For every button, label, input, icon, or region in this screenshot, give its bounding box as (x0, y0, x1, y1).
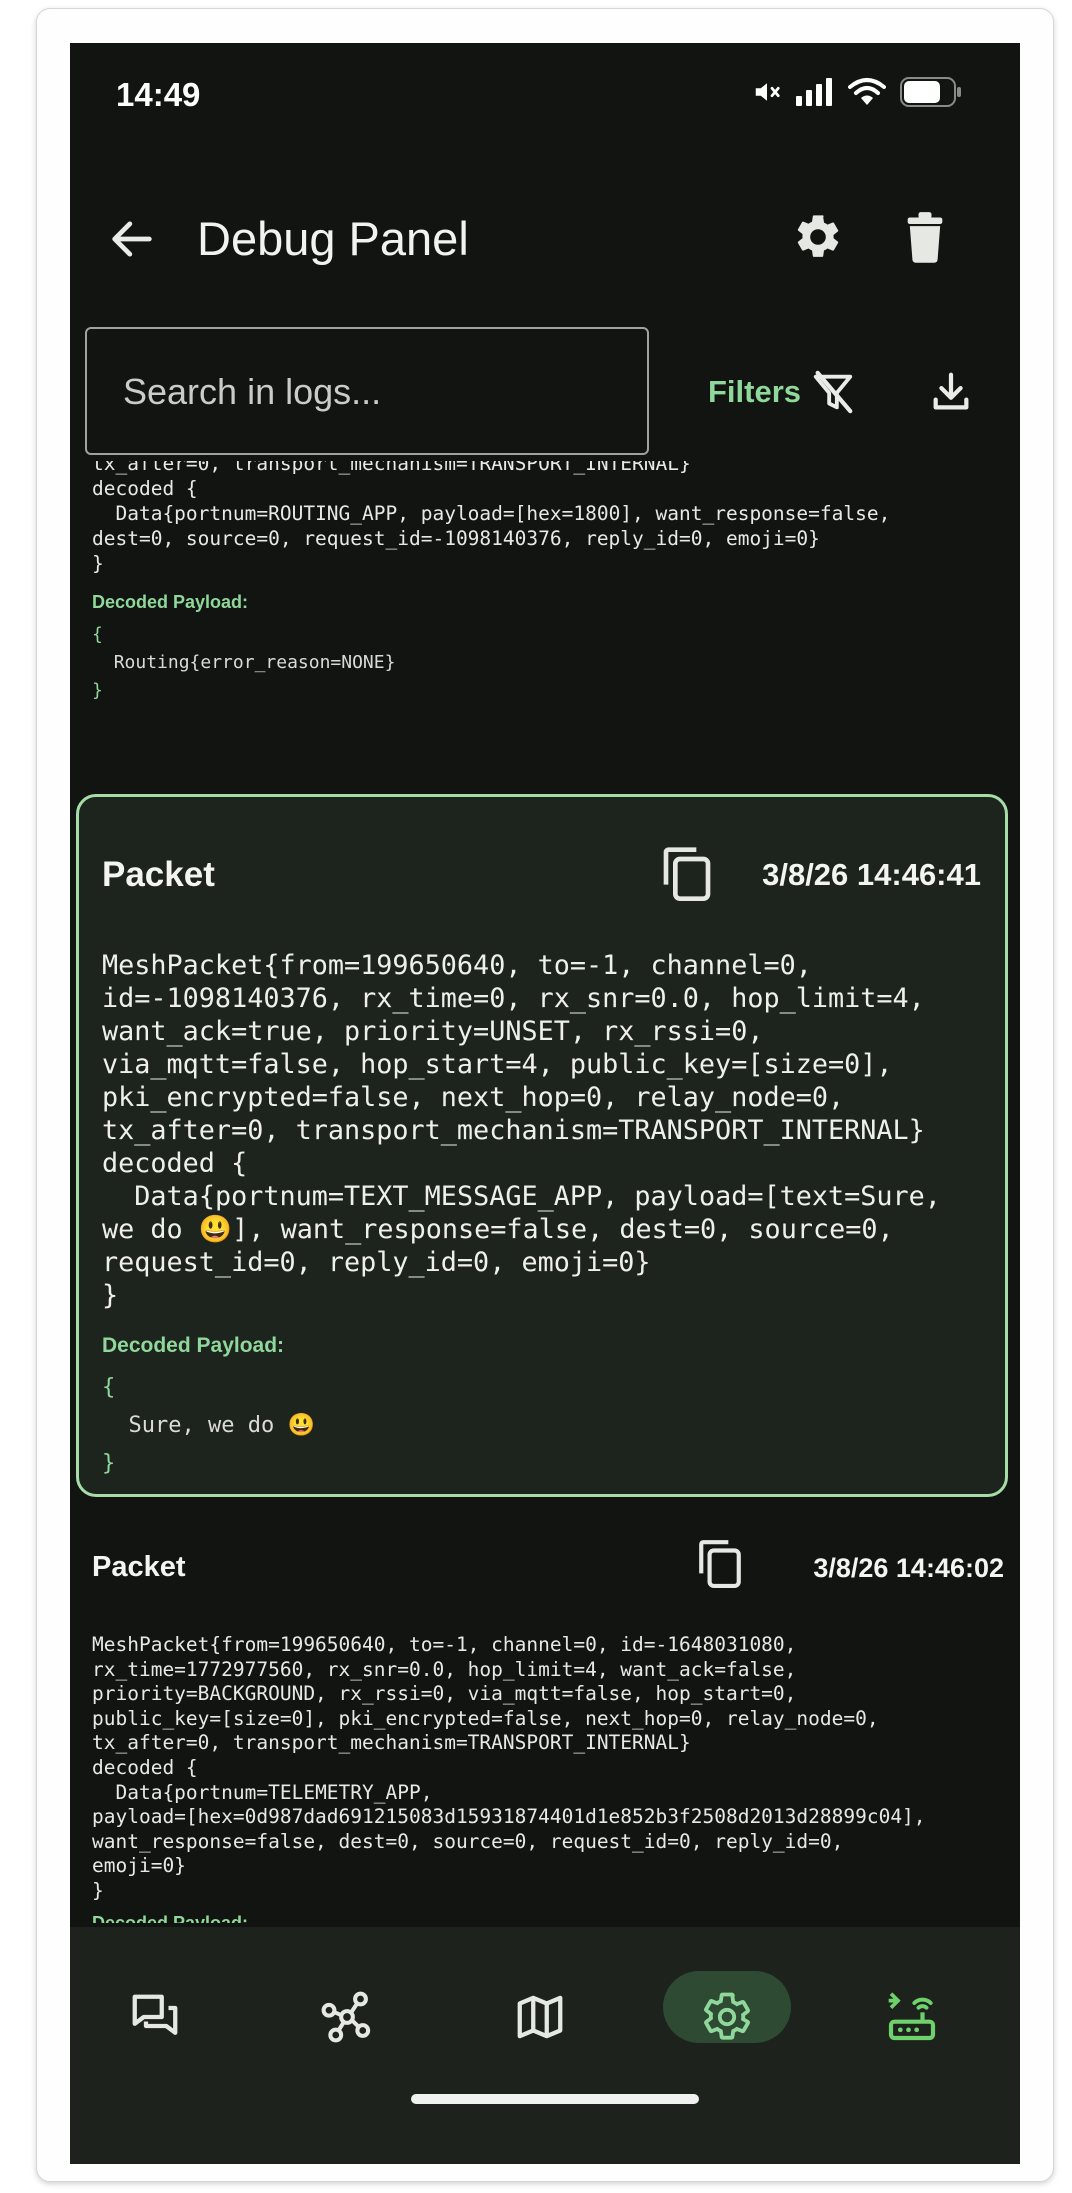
app-bar: Debug Panel (70, 193, 1020, 283)
settings-gear-icon[interactable] (792, 211, 844, 263)
messages-icon (132, 1994, 178, 2035)
packet-card-selected[interactable]: Packet 3/8/26 14:46:41 MeshPacket{from=1… (76, 794, 1008, 1497)
phone-screen: 14:49 Debug Panel Search in logs... Filt… (70, 43, 1020, 2164)
nav-messages[interactable] (125, 1987, 185, 2047)
packet-title: Packet (92, 1551, 186, 1583)
decoded-payload-label: Decoded Payload: (92, 592, 249, 612)
payload-close-brace: } (102, 1451, 116, 1476)
wifi-icon (848, 78, 886, 105)
log-list[interactable]: tx_after=0, transport_mechanism=TRANSPOR… (70, 461, 1020, 1923)
payload-open-brace: { (102, 1375, 116, 1400)
decoded-payload-label: Decoded Payload: (92, 1913, 249, 1923)
filter-off-icon (813, 370, 853, 414)
payload-close-brace: } (92, 680, 103, 701)
battery-icon (900, 77, 961, 107)
packet-body: tx_after=0, transport_mechanism=TRANSPOR… (92, 461, 891, 575)
copy-icon[interactable] (659, 845, 715, 901)
packet-timestamp: 3/8/26 14:46:02 (813, 1553, 1004, 1583)
back-arrow-icon[interactable] (106, 213, 158, 265)
map-icon (517, 1995, 563, 2039)
payload-text: Sure, we do 😃 (102, 1413, 315, 1438)
nodes-icon (321, 1991, 371, 2043)
settings-icon (704, 1992, 750, 2040)
status-time: 14:49 (116, 76, 201, 113)
mute-icon (755, 83, 780, 101)
nav-connection[interactable] (882, 1987, 942, 2047)
home-indicator[interactable] (411, 2094, 699, 2104)
decoded-payload: { Sure, we do 😃 } (102, 1369, 315, 1483)
nav-settings[interactable] (697, 1987, 757, 2047)
decoded-payload-label: Decoded Payload: (102, 1334, 285, 1357)
search-input[interactable] (121, 369, 625, 415)
filters-button[interactable]: Filters (708, 369, 857, 415)
nav-map[interactable] (510, 1987, 570, 2047)
nav-nodes[interactable] (317, 1987, 377, 2047)
download-icon[interactable] (928, 369, 974, 415)
packet-body: MeshPacket{from=199650640, to=-1, channe… (92, 1633, 926, 1902)
status-bar: 14:49 (70, 43, 1020, 153)
payload-text: Routing{error_reason=NONE} (92, 652, 396, 673)
filters-label: Filters (708, 374, 802, 409)
packet-title: Packet (102, 855, 215, 894)
packet-timestamp: 3/8/26 14:46:41 (762, 857, 981, 892)
page-title: Debug Panel (197, 212, 469, 265)
decoded-payload: { Routing{error_reason=NONE} } (92, 621, 992, 705)
status-icons (752, 77, 962, 107)
payload-open-brace: { (92, 624, 103, 645)
bottom-navigation (70, 1927, 1020, 2164)
search-field[interactable] (85, 327, 649, 455)
cellular-signal-icon (796, 78, 832, 106)
packet-log-entry[interactable]: tx_after=0, transport_mechanism=TRANSPOR… (92, 461, 992, 705)
connection-icon (888, 1992, 936, 2041)
delete-trash-icon[interactable] (902, 211, 948, 263)
copy-icon[interactable] (695, 1538, 745, 1588)
packet-body: MeshPacket{from=199650640, to=-1, channe… (102, 950, 941, 1311)
